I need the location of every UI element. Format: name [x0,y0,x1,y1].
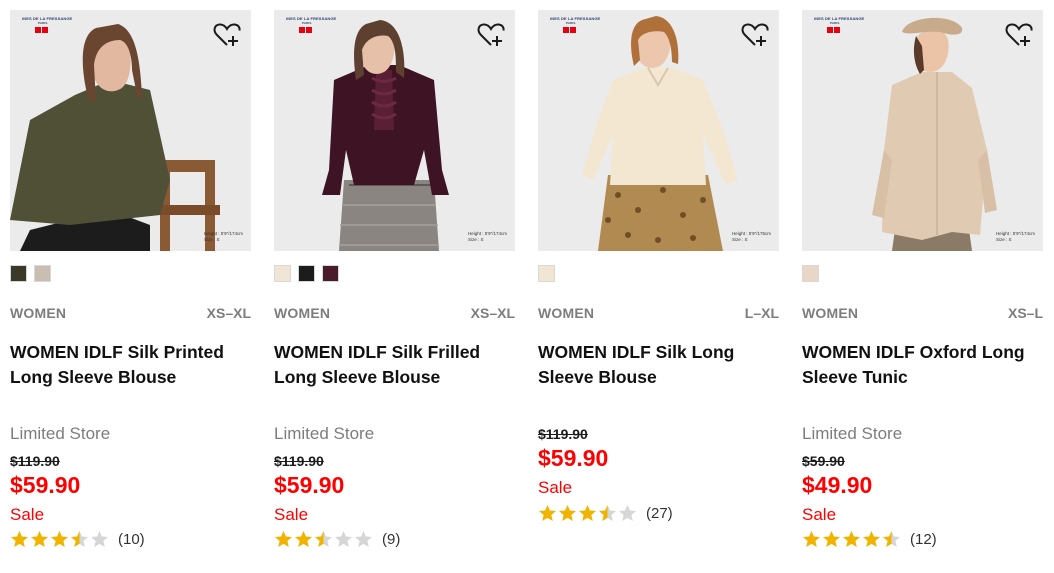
color-swatch[interactable] [802,265,819,282]
star-icon [294,530,313,548]
size-range: L–XL [744,305,779,321]
sale-price: $59.90 [10,472,81,498]
product-image[interactable]: INES DE LA FRESSANGE PARIS Height : 5'9"… [538,10,779,251]
star-icon [274,530,293,548]
heart-plus-icon[interactable] [1005,22,1033,48]
star-icon [10,530,29,548]
sale-price: $59.90 [538,445,609,471]
color-swatch[interactable] [10,265,27,282]
star-rating [802,530,901,548]
star-icon [862,530,881,548]
product-card[interactable]: INES DE LA FRESSANGE PARIS Height : 5'9"… [10,10,251,570]
star-icon [842,530,861,548]
original-price: $119.90 [10,453,60,469]
color-swatches [802,265,819,282]
heart-plus-icon[interactable] [741,22,769,48]
star-icon [70,530,89,548]
review-count[interactable]: (9) [382,531,400,548]
size-range: XS–L [1007,305,1043,321]
star-icon [578,504,597,522]
model-height-note: Height : 5'9"/174cm Size : S [996,231,1035,242]
sale-label: Sale [538,478,573,497]
star-rating [274,530,373,548]
star-icon [30,530,49,548]
color-swatch[interactable] [298,265,315,282]
original-price: $119.90 [274,453,324,469]
heart-plus-icon[interactable] [213,22,241,48]
star-icon [598,504,617,522]
rating: (12) [802,530,937,548]
brand-logo: INES DE LA FRESSANGE PARIS [22,16,72,33]
brand-logo: INES DE LA FRESSANGE PARIS [814,16,864,33]
product-image[interactable]: INES DE LA FRESSANGE PARIS Height : 5'9"… [802,10,1043,251]
star-icon [90,530,109,548]
star-icon [314,530,333,548]
gender-label: WOMEN [274,305,331,321]
star-icon [354,530,373,548]
color-swatch[interactable] [322,265,339,282]
product-name[interactable]: WOMEN IDLF Silk Frilled Long Sleeve Blou… [274,340,509,390]
color-swatch[interactable] [274,265,291,282]
size-range: XS–XL [470,305,515,321]
rating: (27) [538,504,673,522]
star-rating [538,504,637,522]
color-swatch[interactable] [34,265,51,282]
star-rating [10,530,109,548]
heart-plus-icon[interactable] [477,22,505,48]
color-swatches [274,265,339,282]
rating: (10) [10,530,145,548]
product-name[interactable]: WOMEN IDLF Silk Long Sleeve Blouse [538,340,773,390]
product-name[interactable]: WOMEN IDLF Silk Printed Long Sleeve Blou… [10,340,245,390]
review-count[interactable]: (10) [118,531,145,548]
star-icon [882,530,901,548]
star-icon [802,530,821,548]
star-icon [822,530,841,548]
color-swatches [538,265,555,282]
sale-label: Sale [274,505,309,524]
size-range: XS–XL [206,305,251,321]
limited-store-flag: Limited Store [802,424,903,443]
gender-label: WOMEN [10,305,67,321]
original-price: $119.90 [538,426,588,442]
model-height-note: Height : 5'9"/175cm Size : S [732,231,771,242]
model-height-note: Height : 5'9"/174cm Size : S [468,231,507,242]
product-card[interactable]: INES DE LA FRESSANGE PARIS Height : 5'9"… [802,10,1043,570]
product-card[interactable]: INES DE LA FRESSANGE PARIS Height : 5'9"… [274,10,515,570]
product-image[interactable]: INES DE LA FRESSANGE PARIS Height : 5'9"… [274,10,515,251]
product-image[interactable]: INES DE LA FRESSANGE PARIS Height : 5'9"… [10,10,251,251]
star-icon [50,530,69,548]
sale-price: $49.90 [802,472,873,498]
original-price: $59.90 [802,453,845,469]
star-icon [558,504,577,522]
color-swatches [10,265,51,282]
review-count[interactable]: (12) [910,531,937,548]
star-icon [618,504,637,522]
sale-label: Sale [802,505,837,524]
model-height-note: Height : 5'9"/174cm Size : S [204,231,243,242]
sale-price: $59.90 [274,472,345,498]
review-count[interactable]: (27) [646,505,673,522]
gender-label: WOMEN [802,305,859,321]
brand-logo: INES DE LA FRESSANGE PARIS [550,16,600,33]
gender-label: WOMEN [538,305,595,321]
limited-store-flag: Limited Store [274,424,375,443]
product-grid: INES DE LA FRESSANGE PARIS Height : 5'9"… [0,0,1054,573]
limited-store-flag: Limited Store [10,424,111,443]
product-name[interactable]: WOMEN IDLF Oxford Long Sleeve Tunic [802,340,1037,390]
color-swatch[interactable] [538,265,555,282]
star-icon [334,530,353,548]
rating: (9) [274,530,400,548]
product-card[interactable]: INES DE LA FRESSANGE PARIS Height : 5'9"… [538,10,779,570]
sale-label: Sale [10,505,45,524]
star-icon [538,504,557,522]
brand-logo: INES DE LA FRESSANGE PARIS [286,16,336,33]
